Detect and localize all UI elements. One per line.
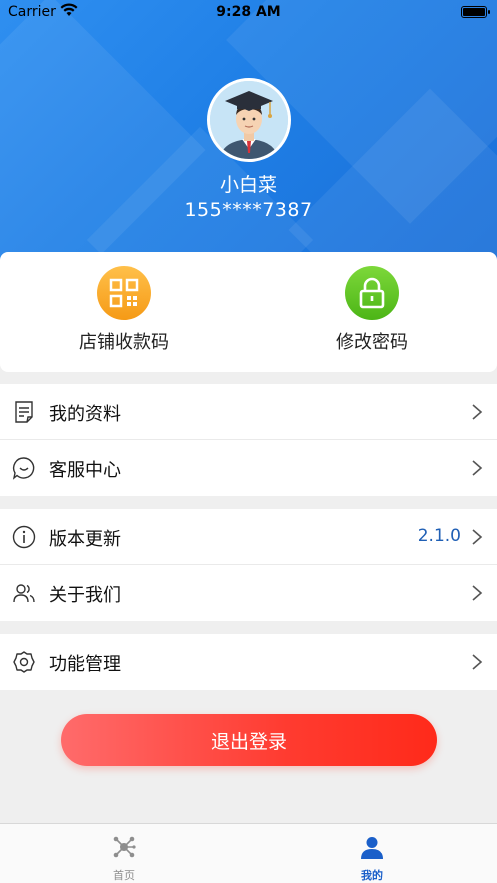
hub-icon <box>113 836 136 858</box>
menu-item-feature-management[interactable]: 功能管理 <box>0 634 497 690</box>
version-number: 2.1.0 <box>417 526 461 546</box>
tab-label: 我的 <box>361 869 383 882</box>
profile-name: 小白菜 <box>219 174 277 196</box>
person-icon <box>361 837 383 859</box>
menu-item-label: 客服中心 <box>49 460 121 481</box>
menu-group-profile: 我的资料 客服中心 <box>0 384 497 496</box>
menu-group-features: 功能管理 <box>0 634 497 690</box>
quick-action-label: 店铺收款码 <box>79 332 169 353</box>
users-icon <box>13 584 35 603</box>
tab-label: 首页 <box>113 869 135 882</box>
profile-phone: 155****7387 <box>184 199 313 221</box>
quick-action-label: 修改密码 <box>336 332 408 353</box>
menu-item-label: 关于我们 <box>49 585 121 606</box>
battery-icon <box>461 6 490 18</box>
status-bar: Carrier 9:28 AM <box>0 0 497 24</box>
tab-mine[interactable]: 我的 <box>248 824 496 883</box>
menu-item-customer-service[interactable]: 客服中心 <box>0 440 497 496</box>
chevron-right-icon <box>472 404 483 420</box>
menu-item-label: 功能管理 <box>49 654 121 675</box>
chat-bubble-icon <box>12 457 35 480</box>
info-icon <box>12 525 36 549</box>
avatar[interactable] <box>207 78 291 162</box>
graduate-avatar-icon <box>210 81 288 159</box>
chevron-right-icon <box>472 529 483 545</box>
profile-header: Carrier 9:28 AM 小白菜 155****7387 <box>0 0 497 262</box>
settings-gear-icon <box>13 651 35 673</box>
menu-item-label: 我的资料 <box>49 404 121 425</box>
chevron-right-icon <box>472 460 483 476</box>
logout-button[interactable]: 退出登录 <box>61 714 437 766</box>
change-password-button[interactable]: 修改密码 <box>248 252 496 372</box>
menu-item-my-profile[interactable]: 我的资料 <box>0 384 497 440</box>
menu-item-version-update[interactable]: 版本更新 2.1.0 <box>0 509 497 565</box>
chevron-right-icon <box>472 585 483 601</box>
tab-bar: 首页 我的 <box>0 823 497 883</box>
store-payment-code-button[interactable]: 店铺收款码 <box>0 252 248 372</box>
lock-icon <box>345 266 399 320</box>
qr-code-icon <box>97 266 151 320</box>
chevron-right-icon <box>472 654 483 670</box>
menu-group-app: 版本更新 2.1.0 关于我们 <box>0 509 497 621</box>
menu-item-about-us[interactable]: 关于我们 <box>0 565 497 621</box>
quick-actions-card: 店铺收款码 修改密码 <box>0 252 497 372</box>
menu-item-label: 版本更新 <box>49 529 121 550</box>
document-edit-icon <box>15 401 33 423</box>
clock: 9:28 AM <box>216 4 281 20</box>
tab-home[interactable]: 首页 <box>0 824 248 883</box>
